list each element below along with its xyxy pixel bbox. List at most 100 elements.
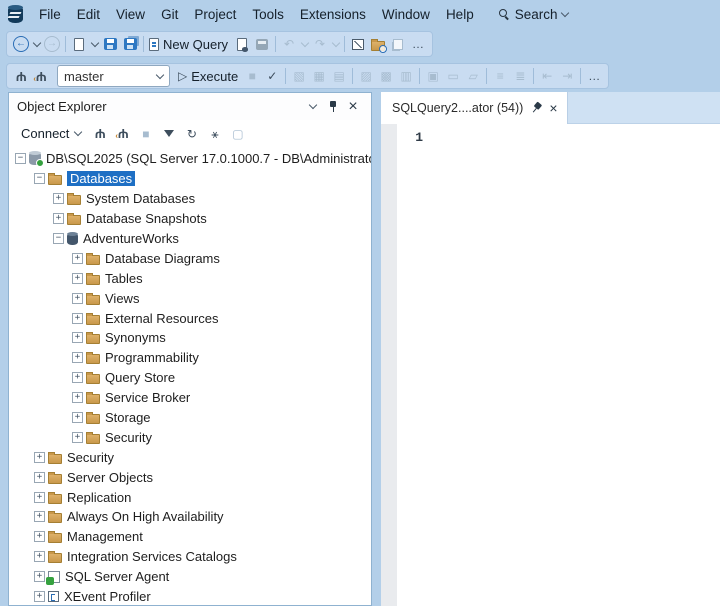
connect-button[interactable]: Connect (15, 124, 87, 143)
tree-item-server-objects[interactable]: +Server Objects (9, 467, 371, 487)
save-all-icon (124, 38, 137, 50)
stop-icon: ■ (142, 128, 149, 140)
tree-item-query-store[interactable]: +Query Store (9, 368, 371, 388)
query-tab[interactable]: SQLQuery2....ator (54)) × (381, 92, 568, 124)
menu-item-git[interactable]: Git (153, 4, 186, 25)
save-button[interactable] (100, 33, 120, 55)
tree-item-always-on-high-availability[interactable]: +Always On High Availability (9, 507, 371, 527)
expand-icon[interactable]: + (34, 571, 45, 582)
pin-panel-button[interactable] (323, 97, 343, 117)
window-position-dropdown[interactable] (303, 97, 323, 117)
new-query-button[interactable]: New Query (147, 33, 232, 55)
agent-icon (48, 571, 60, 583)
back-history-dropdown[interactable] (31, 33, 42, 55)
close-icon[interactable]: × (549, 101, 557, 115)
expand-icon[interactable]: + (72, 412, 83, 423)
live-query-stats-button: ▩ (376, 65, 396, 87)
editor-body: 1 (381, 124, 720, 606)
menu-item-edit[interactable]: Edit (69, 4, 108, 25)
code-editor-surface[interactable] (429, 124, 720, 606)
query-overflow-button[interactable]: … (584, 65, 604, 87)
pin-icon[interactable] (527, 99, 545, 117)
tree-item-xevent-profiler[interactable]: +XEvent Profiler (9, 587, 371, 605)
tree-item-programmability[interactable]: +Programmability (9, 348, 371, 368)
tree-item-synonyms[interactable]: +Synonyms (9, 328, 371, 348)
tree-item-service-broker[interactable]: +Service Broker (9, 388, 371, 408)
expand-icon[interactable]: + (72, 273, 83, 284)
new-file-dropdown[interactable] (89, 33, 100, 55)
menu-item-file[interactable]: File (31, 4, 69, 25)
parse-button[interactable]: ✓ (262, 65, 282, 87)
expand-icon[interactable]: + (72, 372, 83, 383)
expand-icon[interactable]: + (72, 392, 83, 403)
expand-icon[interactable]: + (34, 531, 45, 542)
tree-item-system-databases[interactable]: +System Databases (9, 189, 371, 209)
expand-icon[interactable]: + (72, 352, 83, 363)
activity-monitor-button[interactable] (252, 33, 272, 55)
tree-item-database-snapshots[interactable]: +Database Snapshots (9, 209, 371, 229)
tree-item-security[interactable]: +Security (9, 447, 371, 467)
expand-icon[interactable]: + (72, 332, 83, 343)
close-panel-button[interactable]: × (343, 97, 363, 117)
collapse-icon[interactable]: − (34, 173, 45, 184)
expand-icon[interactable]: + (34, 551, 45, 562)
tree-item-db-sql2025-sql-server-17-0-1000-7-db-administrato[interactable]: −DB\SQL2025 (SQL Server 17.0.1000.7 - DB… (9, 149, 371, 169)
intellisense-icon: ▤ (334, 70, 345, 82)
collapse-icon[interactable]: − (53, 233, 64, 244)
script-options-button[interactable]: ⚹ (204, 123, 225, 144)
menu-item-tools[interactable]: Tools (244, 4, 292, 25)
disconnect-button[interactable]: Ψ (112, 123, 133, 144)
collapse-icon[interactable]: − (15, 153, 26, 164)
sqlcmd-mode-button: ▱ (463, 65, 483, 87)
back-button[interactable]: ← (11, 33, 31, 55)
toolbar-overflow-button[interactable]: … (408, 33, 428, 55)
tree-item-sql-server-agent[interactable]: +SQL Server Agent (9, 567, 371, 587)
expand-icon[interactable]: + (72, 293, 83, 304)
expand-icon[interactable]: + (34, 492, 45, 503)
tree-item-management[interactable]: +Management (9, 527, 371, 547)
refresh-button[interactable]: ↻ (181, 123, 202, 144)
tree-item-tables[interactable]: +Tables (9, 268, 371, 288)
find-in-files-button[interactable] (368, 33, 388, 55)
tree-item-views[interactable]: +Views (9, 288, 371, 308)
database-engine-query-button[interactable] (232, 33, 252, 55)
menu-item-extensions[interactable]: Extensions (292, 4, 374, 25)
tree-item-storage[interactable]: +Storage (9, 408, 371, 428)
connect-query-button[interactable]: Ψ (11, 65, 31, 87)
menu-item-view[interactable]: View (108, 4, 153, 25)
expand-icon[interactable]: + (34, 472, 45, 483)
database-combo-value: master (64, 69, 104, 84)
line-number-column: 1 (397, 124, 429, 606)
tree-item-integration-services-catalogs[interactable]: +Integration Services Catalogs (9, 547, 371, 567)
menu-item-project[interactable]: Project (186, 4, 244, 25)
expand-icon[interactable]: + (72, 432, 83, 443)
expand-icon[interactable]: + (53, 213, 64, 224)
save-all-button[interactable] (120, 33, 140, 55)
expand-icon[interactable]: + (34, 591, 45, 602)
expand-icon[interactable]: + (72, 253, 83, 264)
panel-splitter[interactable] (372, 92, 381, 606)
query-options-button: ▦ (309, 65, 329, 87)
menu-item-help[interactable]: Help (438, 4, 482, 25)
tree-item-database-diagrams[interactable]: +Database Diagrams (9, 248, 371, 268)
tree-item-databases[interactable]: −Databases (9, 169, 371, 189)
tree-item-external-resources[interactable]: +External Resources (9, 308, 371, 328)
new-file-button[interactable] (69, 33, 89, 55)
execute-button[interactable]: ▷Execute (176, 65, 242, 87)
expand-icon[interactable]: + (34, 452, 45, 463)
toolbar-separator (419, 68, 420, 84)
filter-button[interactable] (158, 123, 179, 144)
search-control[interactable]: Search (492, 4, 575, 25)
tree-item-security[interactable]: +Security (9, 427, 371, 447)
tree-item-replication[interactable]: +Replication (9, 487, 371, 507)
template-parameters-button[interactable] (348, 33, 368, 55)
tree-item-adventureworks[interactable]: −AdventureWorks (9, 229, 371, 249)
change-connection-button[interactable]: Ψ (31, 65, 51, 87)
expand-icon[interactable]: + (53, 193, 64, 204)
expand-icon[interactable]: + (72, 313, 83, 324)
available-databases-combo[interactable]: master (57, 65, 170, 87)
connect-object-button[interactable]: Ψ (89, 123, 110, 144)
overflow-dots-icon: … (588, 70, 600, 82)
menu-item-window[interactable]: Window (374, 4, 438, 25)
expand-icon[interactable]: + (34, 511, 45, 522)
